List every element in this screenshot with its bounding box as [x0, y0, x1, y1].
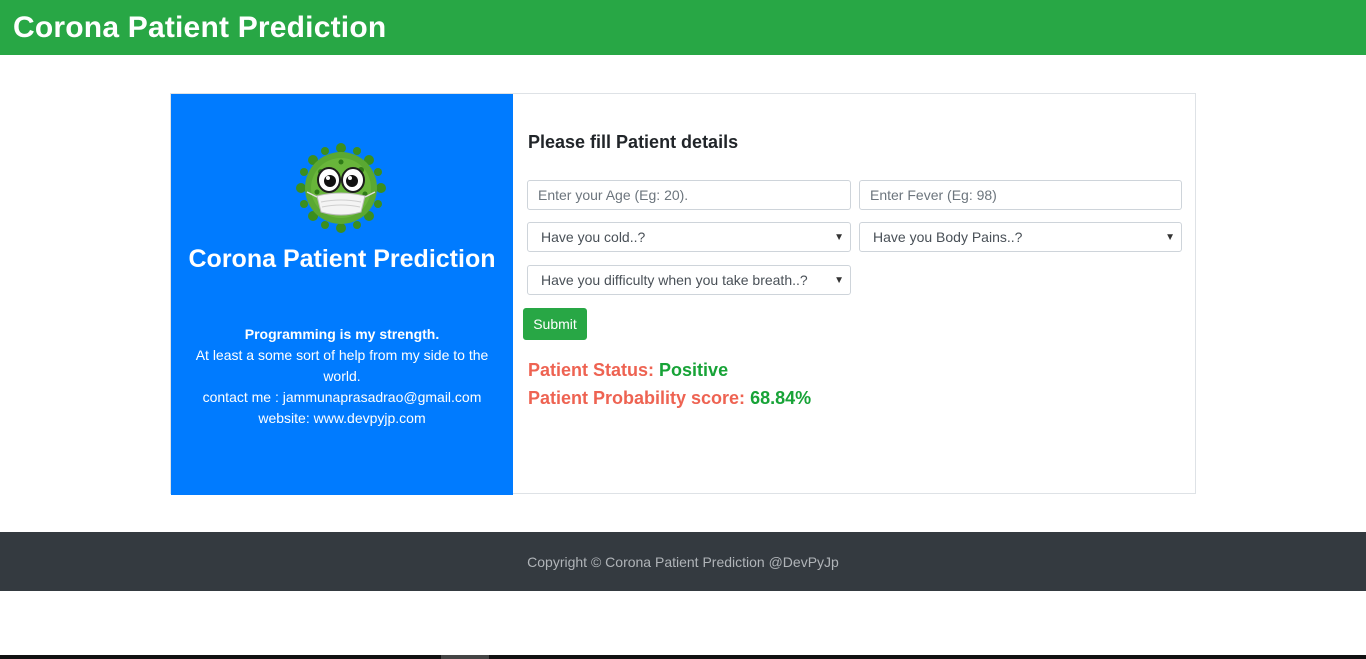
website-text: website: www.devpyjp.com: [258, 410, 426, 426]
probability-score: Patient Probability score: 68.84%: [528, 388, 811, 409]
fever-input[interactable]: Enter Fever (Eg: 98): [859, 180, 1182, 210]
panel-title: Corona Patient Prediction: [188, 245, 496, 273]
tagline: Programming is my strength.: [244, 326, 440, 342]
form-panel: Please fill Patient details Enter your A…: [513, 94, 1197, 495]
breath-select[interactable]: Have you difficulty when you take breath…: [527, 265, 851, 295]
description-text: At least a some sort of help from my sid…: [195, 347, 489, 384]
cold-select[interactable]: Have you cold..? ▼: [527, 222, 851, 252]
age-input[interactable]: Enter your Age (Eg: 20).: [527, 180, 851, 210]
copyright-text: Copyright © Corona Patient Prediction @D…: [527, 553, 839, 570]
form-title: Please fill Patient details: [528, 132, 739, 152]
info-panel: Corona Patient Prediction Programming is…: [171, 94, 513, 495]
breath-select-value: Have you difficulty when you take breath…: [541, 272, 808, 288]
cold-select-value: Have you cold..?: [541, 229, 646, 245]
fever-placeholder: Enter Fever (Eg: 98): [870, 187, 997, 203]
status-label: Patient Status:: [528, 360, 655, 380]
panel-description: Programming is my strength. At least a s…: [191, 324, 493, 429]
footer: Copyright © Corona Patient Prediction @D…: [0, 532, 1366, 591]
chevron-down-icon: ▼: [834, 275, 844, 286]
score-value: 68.84%: [750, 388, 812, 408]
chevron-down-icon: ▼: [1165, 232, 1175, 243]
score-label: Patient Probability score:: [528, 388, 746, 408]
body-pains-select[interactable]: Have you Body Pains..? ▼: [859, 222, 1182, 252]
chevron-down-icon: ▼: [834, 232, 844, 243]
contact-text: contact me : jammunaprasadrao@gmail.com: [202, 389, 482, 405]
submit-button[interactable]: Submit: [523, 308, 587, 340]
age-placeholder: Enter your Age (Eg: 20).: [538, 187, 689, 203]
app-title[interactable]: Corona Patient Prediction: [13, 11, 386, 45]
body-pains-select-value: Have you Body Pains..?: [873, 229, 1023, 245]
scrollbar-thumb[interactable]: [441, 655, 489, 659]
top-navbar: Corona Patient Prediction: [0, 0, 1366, 55]
virus-mascot-icon: [296, 143, 386, 233]
prediction-card: Corona Patient Prediction Programming is…: [170, 93, 1197, 495]
patient-status: Patient Status: Positive: [528, 360, 728, 381]
horizontal-scrollbar[interactable]: [0, 655, 1366, 659]
status-value: Positive: [659, 360, 729, 380]
